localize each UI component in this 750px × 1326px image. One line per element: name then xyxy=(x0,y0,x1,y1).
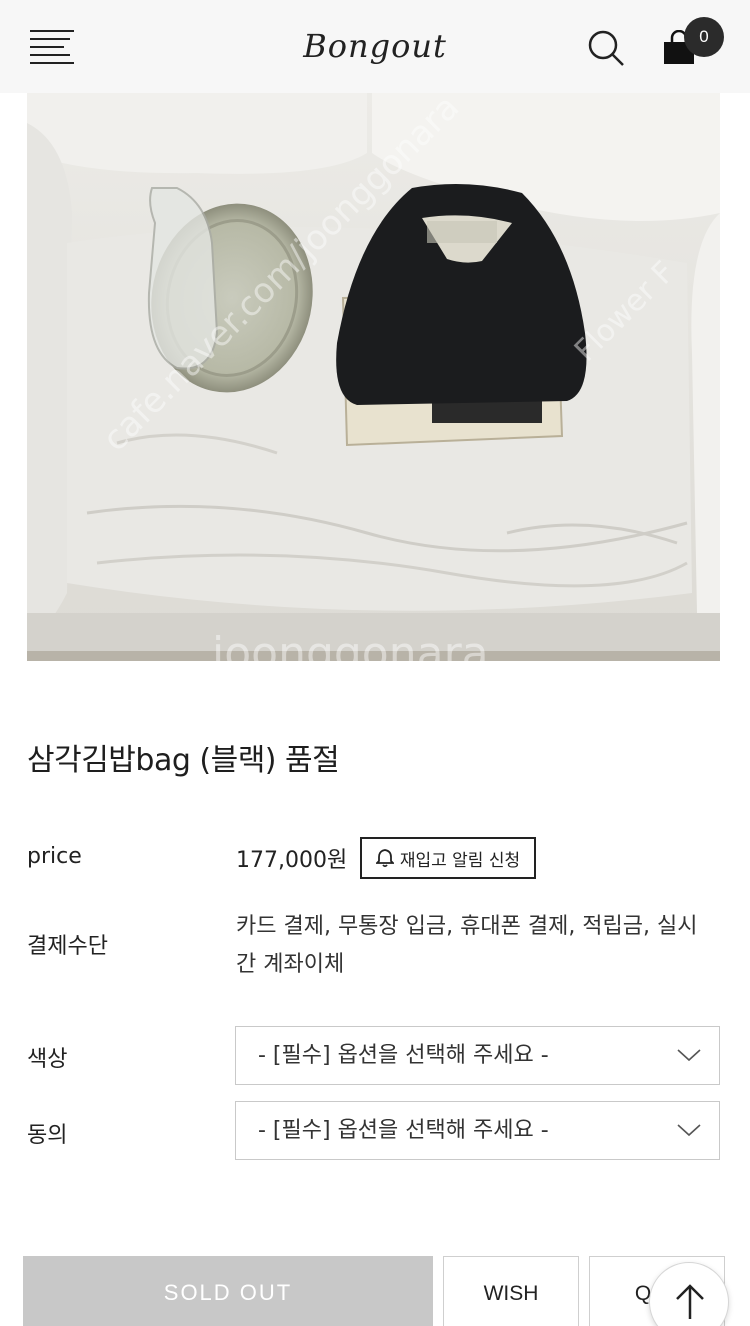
chevron-down-icon xyxy=(677,1049,701,1062)
bell-icon xyxy=(375,849,394,868)
sold-out-button[interactable]: SOLD OUT xyxy=(23,1256,433,1326)
payment-label: 결제수단 xyxy=(27,934,108,959)
agree-option-select[interactable]: - [필수] 옵션을 선택해 주세요 - xyxy=(235,1101,720,1160)
brand-logo[interactable]: Bongout xyxy=(295,20,455,72)
agree-select-value: - [필수] 옵션을 선택해 주세요 - xyxy=(258,1118,549,1143)
payment-methods: 카드 결제, 무통장 입금, 휴대폰 결제, 적립금, 실시간 계좌이체 xyxy=(236,914,698,977)
restock-alert-button[interactable]: 재입고 알림 신청 xyxy=(360,837,536,879)
product-photo: cafe.naver.com/joonggonara Flower F joon… xyxy=(27,93,720,661)
price-value: 177,000원 xyxy=(236,848,348,873)
product-title: 삼각김밥bag (블랙) 품절 xyxy=(27,743,340,778)
top-header: Bongout 0 xyxy=(0,0,750,93)
color-label: 색상 xyxy=(27,1047,68,1072)
arrow-up-icon xyxy=(676,1284,704,1319)
watermark-text-3: joonggonara xyxy=(211,628,489,661)
hamburger-menu-icon[interactable] xyxy=(30,30,74,64)
price-label: price xyxy=(27,844,82,869)
search-icon[interactable] xyxy=(586,28,626,68)
chevron-down-icon xyxy=(677,1124,701,1137)
agree-label: 동의 xyxy=(27,1123,68,1148)
color-select-value: - [필수] 옵션을 선택해 주세요 - xyxy=(258,1043,549,1068)
wish-button[interactable]: WISH xyxy=(443,1256,579,1326)
color-option-select[interactable]: - [필수] 옵션을 선택해 주세요 - xyxy=(235,1026,720,1085)
restock-alert-label: 재입고 알림 신청 xyxy=(399,850,521,871)
cart-count-badge: 0 xyxy=(684,17,724,57)
